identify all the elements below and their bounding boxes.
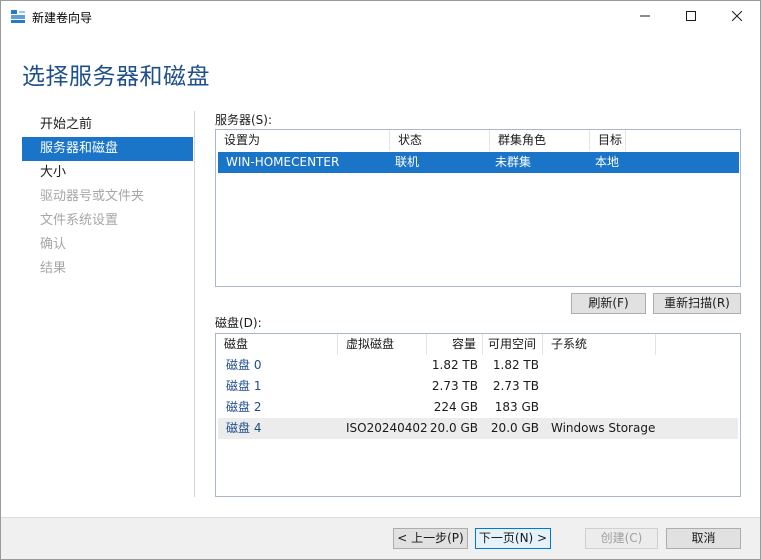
table-row[interactable]: 磁盘 2 224 GB 183 GB — [218, 397, 738, 418]
table-row[interactable]: 磁盘 0 1.82 TB 1.82 TB — [218, 355, 738, 376]
col-disk[interactable]: 磁盘 — [216, 334, 338, 355]
create-button: 创建(C) — [585, 528, 658, 549]
disk-name: 磁盘 4 — [226, 421, 262, 435]
close-button[interactable] — [714, 1, 760, 32]
disk-capacity: 1.82 TB — [431, 358, 478, 372]
col-provision-to[interactable]: 设置为 — [216, 130, 390, 151]
disk-name: 磁盘 0 — [226, 358, 262, 372]
disks-list[interactable]: 磁盘 虚拟磁盘 容量 可用空间 子系统 磁盘 0 1.82 TB 1.82 TB… — [215, 333, 741, 497]
disk-free-space: 20.0 GB — [490, 421, 539, 435]
disk-name: 磁盘 2 — [226, 400, 262, 414]
nav-item-before-you-begin[interactable]: 开始之前 — [22, 113, 193, 137]
wizard-steps-nav: 开始之前 服务器和磁盘 大小 驱动器号或文件夹 文件系统设置 确认 结果 — [22, 113, 193, 281]
minimize-icon — [640, 10, 650, 24]
table-row[interactable]: 磁盘 4 ISO20240402 20.0 GB 20.0 GB Windows… — [218, 418, 738, 439]
nav-item-drive-letter: 驱动器号或文件夹 — [40, 189, 145, 204]
col-capacity[interactable]: 容量 — [427, 334, 483, 355]
disk-subsystem: Windows Storage — [551, 421, 656, 435]
col-free-space[interactable]: 可用空间 — [483, 334, 543, 355]
nav-item-server-and-disk[interactable]: 服务器和磁盘 — [22, 137, 193, 161]
disk-free-space: 1.82 TB — [492, 358, 539, 372]
disk-free-space: 183 GB — [494, 400, 539, 414]
table-row[interactable]: 磁盘 1 2.73 TB 2.73 TB — [218, 376, 738, 397]
window-title: 新建卷向导 — [32, 11, 93, 25]
col-virtual-disk[interactable]: 虚拟磁盘 — [338, 334, 427, 355]
disks-list-header: 磁盘 虚拟磁盘 容量 可用空间 子系统 — [216, 334, 740, 355]
maximize-icon — [686, 10, 696, 24]
servers-list[interactable]: 设置为 状态 群集角色 目标 WIN-HOMECENTER 联机 未群集 本地 — [215, 129, 741, 287]
server-name: WIN-HOMECENTER — [226, 155, 340, 169]
maximize-button[interactable] — [668, 1, 714, 32]
previous-button[interactable]: < 上一步(P) — [393, 528, 468, 549]
disk-free-space: 2.73 TB — [492, 379, 539, 393]
nav-item-results: 结果 — [40, 261, 67, 276]
minimize-button[interactable] — [622, 1, 668, 32]
col-destination[interactable]: 目标 — [590, 130, 626, 151]
disks-label: 磁盘(D): — [215, 316, 262, 330]
page-title: 选择服务器和磁盘 — [22, 64, 210, 90]
nav-divider — [194, 111, 195, 497]
rescan-button[interactable]: 重新扫描(R) — [653, 293, 741, 314]
disk-virtual-disk: ISO20240402 — [346, 421, 428, 435]
disk-capacity: 20.0 GB — [429, 421, 478, 435]
table-row[interactable]: WIN-HOMECENTER 联机 未群集 本地 — [218, 152, 739, 173]
col-cluster-role[interactable]: 群集角色 — [490, 130, 590, 151]
nav-item-size[interactable]: 大小 — [22, 161, 193, 185]
close-icon — [731, 10, 743, 24]
cancel-button[interactable]: 取消 — [666, 528, 741, 549]
next-button[interactable]: 下一页(N) > — [475, 528, 551, 549]
servers-label: 服务器(S): — [215, 113, 273, 127]
wizard-window: 新建卷向导 选择服务器和磁盘 开始之前 服务器和磁盘 大小 驱动器号或文件夹 文… — [0, 0, 761, 560]
volume-wizard-icon — [10, 9, 26, 24]
servers-list-header: 设置为 状态 群集角色 目标 — [216, 130, 740, 151]
disk-name: 磁盘 1 — [226, 379, 262, 393]
disk-capacity: 2.73 TB — [431, 379, 478, 393]
nav-item-confirmation: 确认 — [40, 237, 67, 252]
server-status: 联机 — [395, 155, 420, 169]
server-cluster-role: 未群集 — [495, 155, 532, 169]
title-bar[interactable]: 新建卷向导 — [1, 1, 760, 32]
disk-capacity: 224 GB — [433, 400, 478, 414]
col-status[interactable]: 状态 — [390, 130, 490, 151]
col-subsystem[interactable]: 子系统 — [543, 334, 656, 355]
nav-item-file-system: 文件系统设置 — [40, 213, 119, 228]
server-destination: 本地 — [595, 155, 620, 169]
refresh-button[interactable]: 刷新(F) — [571, 293, 646, 314]
